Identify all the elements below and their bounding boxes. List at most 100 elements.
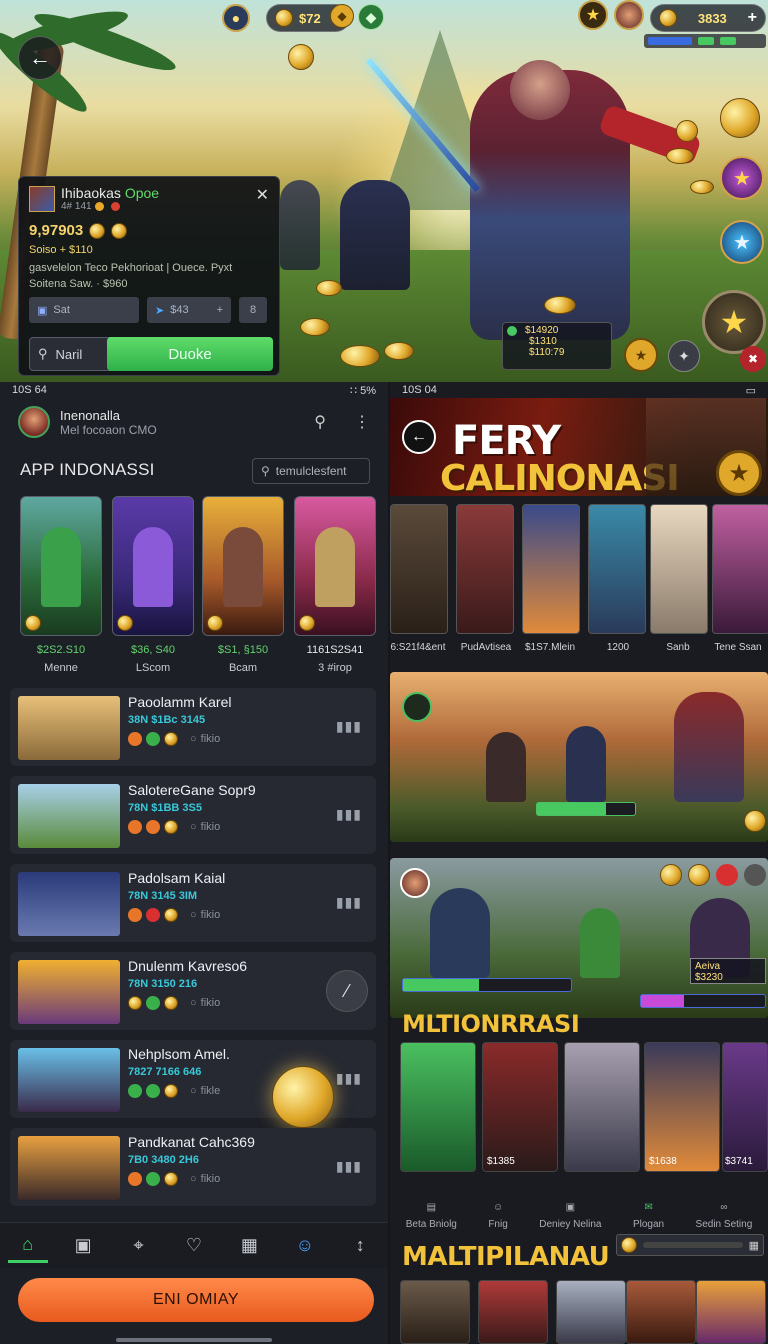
puzzle-icon[interactable]: ✦: [668, 340, 700, 372]
primary-cta-button[interactable]: ENI OMIAY: [18, 1278, 374, 1322]
home-icon[interactable]: ⌂: [7, 1229, 48, 1263]
more-vert-icon[interactable]: ⋮: [354, 412, 370, 432]
attack-button[interactable]: ★: [702, 290, 766, 354]
character-label: PudAvtisea: [460, 642, 512, 653]
list-item-sub: 7827 7166 646: [128, 1066, 202, 1078]
clock-icon: ○: [190, 821, 197, 833]
coin-icon: [666, 148, 694, 164]
drag-handle-icon[interactable]: ▮▮▮: [336, 718, 362, 735]
warrior-head: [510, 60, 570, 120]
hero-card-value: $36, S40: [130, 644, 176, 656]
square-icon[interactable]: ▣: [63, 1229, 103, 1263]
close-icon[interactable]: ✕: [256, 185, 269, 205]
fire-icon: [128, 820, 142, 834]
share-button[interactable]: ➤ $43 +: [147, 297, 231, 323]
hero-card[interactable]: [20, 496, 102, 636]
coin-icon: [164, 732, 178, 746]
character-card[interactable]: [456, 504, 514, 634]
hero-card-name: 3 #irop: [318, 662, 352, 674]
drag-handle-icon[interactable]: ▮▮▮: [336, 1070, 362, 1087]
drag-handle-icon[interactable]: ▮▮▮: [336, 1158, 362, 1175]
search-icon[interactable]: ⚲: [314, 412, 326, 432]
list-item[interactable]: Padolsam Kaial 78N 3145 3IM ○ fikio ▮▮▮: [10, 864, 376, 942]
bottom-nav: ▤ Beta Bniolg ☺ Fnig ▣ Deniey Nelina ✉ Ploga…: [390, 1174, 768, 1230]
right-phone-screen: 10S 04 ▭ ← FERY CALINONASI ★ 6:S21f4&ent…: [390, 382, 768, 1344]
character-card[interactable]: [650, 504, 708, 634]
nav-item-settings[interactable]: ∞ Sedin Seting: [696, 1202, 753, 1230]
character-tile[interactable]: $1385: [482, 1042, 558, 1172]
special-button[interactable]: ✖: [740, 346, 766, 372]
list-item[interactable]: SalotereGane Sopr9 78N $1BB 3S5 ○ fikio …: [10, 776, 376, 854]
character-tile[interactable]: $1638: [644, 1042, 720, 1172]
search-input[interactable]: ⚲ temulclesfent: [252, 458, 370, 484]
list-item-sub: 78N 3150 216: [128, 978, 198, 990]
status-bar: 10S 64 ∷ 5%: [0, 382, 388, 398]
gem-icon[interactable]: ◆: [358, 4, 384, 30]
coin-icon: [111, 222, 128, 239]
character-tile[interactable]: [478, 1280, 548, 1344]
character-tile[interactable]: [556, 1280, 626, 1344]
more-button[interactable]: 8: [239, 297, 267, 323]
filter-bar[interactable]: ▦: [616, 1234, 764, 1256]
gallery-icon[interactable]: ▦: [229, 1229, 269, 1263]
battle-scene[interactable]: [390, 672, 768, 842]
drag-handle-icon[interactable]: ▮▮▮: [336, 806, 362, 823]
hero-card[interactable]: [112, 496, 194, 636]
section-title: APP INDONASSI: [20, 460, 155, 479]
character-card[interactable]: [712, 504, 768, 634]
users-icon[interactable]: ☺: [285, 1229, 325, 1263]
coin-icon: [164, 1084, 178, 1098]
nav-item-beta[interactable]: ▤ Beta Bniolg: [406, 1202, 457, 1230]
nav-item-deniey[interactable]: ▣ Deniey Nelina: [539, 1202, 601, 1230]
star-icon[interactable]: ★: [578, 0, 608, 30]
battle-scene[interactable]: Aeiva $3230: [390, 858, 768, 1018]
character-tile[interactable]: $3741: [722, 1042, 768, 1172]
list-item-sub: 7B0 3480 2H6: [128, 1154, 199, 1166]
enemy-figure: [280, 180, 320, 270]
mana-bar: [648, 37, 692, 45]
user-icon: ☺: [492, 1202, 504, 1213]
character-tile[interactable]: [626, 1280, 696, 1344]
nav-item-plogan[interactable]: ✉ Plogan: [633, 1202, 664, 1230]
heart-icon[interactable]: ♡: [174, 1229, 214, 1263]
character-card[interactable]: [522, 504, 580, 634]
hero-card[interactable]: [294, 496, 376, 636]
crop-icon[interactable]: ⌖: [119, 1229, 159, 1263]
profile-icon[interactable]: ●: [222, 4, 250, 32]
avatar[interactable]: [614, 0, 644, 30]
list-item[interactable]: Pandkanat Cahc369 7B0 3480 2H6 ○ fikio ▮…: [10, 1128, 376, 1206]
character-card[interactable]: [390, 504, 448, 634]
coin-icon: [128, 996, 142, 1010]
character-tile[interactable]: [696, 1280, 766, 1344]
mana-bar: [402, 978, 572, 992]
character-tile[interactable]: [564, 1042, 640, 1172]
primary-cta-button[interactable]: Duoke: [107, 337, 273, 371]
floating-coin-icon[interactable]: [272, 1066, 334, 1128]
reward-panel: Aeiva $3230: [690, 958, 766, 984]
skill-ice-button[interactable]: ★: [720, 220, 764, 264]
hero-card[interactable]: [202, 496, 284, 636]
app-header: Inenonalla Mel focoaon CMO ⚲ ⋮: [0, 398, 388, 446]
avatar[interactable]: [18, 406, 50, 438]
hero-card-name: Menne: [44, 662, 78, 674]
list-item[interactable]: Dnulenm Kavreso6 78N 3150 216 ○ fikio ⁄: [10, 952, 376, 1030]
edit-fab-button[interactable]: ⁄: [326, 970, 368, 1012]
skill-star-button[interactable]: ★: [720, 156, 764, 200]
sort-button[interactable]: ▣ Sat: [29, 297, 139, 323]
character-tile[interactable]: [400, 1042, 476, 1172]
drag-handle-icon[interactable]: ▮▮▮: [336, 894, 362, 911]
add-gold-button[interactable]: +: [748, 9, 757, 27]
coin-button[interactable]: ★: [624, 338, 658, 372]
list-item[interactable]: Paoolamm Karel 38N $1Bc 3145 ○ fikio ▮▮▮: [10, 688, 376, 766]
back-arrow-icon[interactable]: ←: [402, 420, 436, 454]
nav-item-fnig[interactable]: ☺ Fnig: [488, 1202, 507, 1230]
coin-icon: ◆: [330, 4, 354, 28]
star-icon[interactable]: ★: [716, 450, 762, 496]
character-figure: [41, 527, 81, 607]
character-tile[interactable]: [400, 1280, 470, 1344]
product-meta: 4# 141: [61, 201, 92, 212]
back-arrow-icon[interactable]: ←: [18, 36, 62, 80]
profile-icon[interactable]: ↕: [340, 1229, 380, 1263]
arrow-icon[interactable]: [402, 692, 432, 722]
character-card[interactable]: [588, 504, 646, 634]
